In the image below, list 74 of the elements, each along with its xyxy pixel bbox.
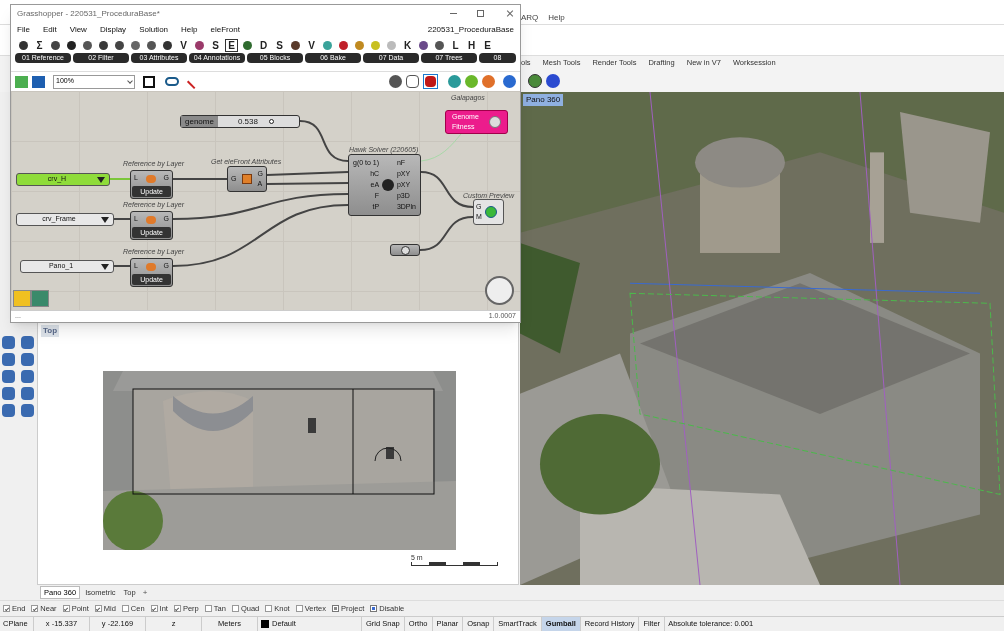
component-tab[interactable] — [289, 39, 302, 52]
component-tab[interactable]: E — [225, 39, 238, 52]
component-tab[interactable] — [81, 39, 94, 52]
dropdown-icon — [97, 176, 105, 183]
component-icon — [243, 41, 252, 50]
eye-icon[interactable] — [165, 77, 179, 86]
menu-item[interactable]: File — [17, 24, 30, 36]
grasshopper-canvas[interactable] — [11, 91, 520, 310]
color-swatch-component[interactable] — [390, 244, 420, 256]
add-tab-button[interactable]: + — [140, 586, 150, 599]
pano-viewport[interactable]: Pano 360 — [520, 92, 1004, 585]
viewport-label[interactable]: Top — [41, 325, 60, 337]
tool-icon[interactable] — [2, 336, 15, 349]
menu-item[interactable]: Help — [181, 24, 198, 36]
shaded-icon[interactable] — [423, 74, 438, 89]
tool-icon[interactable] — [2, 387, 15, 400]
component-tab[interactable] — [49, 39, 62, 52]
component-tab[interactable]: V — [177, 39, 190, 52]
component-icon — [291, 41, 300, 50]
navigation-icon[interactable] — [485, 276, 514, 305]
component-tab[interactable] — [145, 39, 158, 52]
component-tab[interactable]: L — [449, 39, 462, 52]
component-icon — [19, 41, 28, 50]
component-tab[interactable] — [17, 39, 30, 52]
component-tab[interactable] — [337, 39, 350, 52]
component-tab[interactable]: S — [273, 39, 286, 52]
dropdown-icon — [101, 216, 109, 223]
component-tab[interactable]: D — [257, 39, 270, 52]
layer-icon — [145, 215, 156, 224]
component-icon — [195, 41, 204, 50]
menu-item[interactable]: Solution — [139, 24, 169, 36]
component-tab[interactable] — [113, 39, 126, 52]
component-tab[interactable] — [433, 39, 446, 52]
component-tab[interactable]: V — [305, 39, 318, 52]
layer-icon — [145, 262, 156, 271]
component-tab[interactable]: E — [481, 39, 494, 52]
tool-icon[interactable] — [2, 404, 15, 417]
tool-icon[interactable] — [20, 404, 34, 417]
tool-icon[interactable] — [2, 370, 15, 383]
component-tab[interactable] — [97, 39, 110, 52]
menu-item[interactable]: eleFront — [210, 24, 240, 36]
component-tab[interactable]: K — [401, 39, 414, 52]
component-tab[interactable] — [193, 39, 206, 52]
menu-item[interactable]: ARQ — [521, 12, 539, 24]
component-tab[interactable]: Σ — [33, 39, 46, 52]
layer-swatch — [261, 620, 269, 628]
menu-item[interactable]: Edit — [42, 24, 57, 36]
maximize-icon[interactable] — [477, 10, 484, 17]
tool-icon[interactable] — [20, 353, 34, 366]
viewport-label[interactable]: Pano 360 — [523, 94, 564, 106]
dropdown-icon — [101, 263, 109, 270]
menu-item[interactable]: View — [69, 24, 87, 36]
wireframe-icon[interactable] — [406, 75, 419, 88]
zoom-extents-icon[interactable] — [143, 75, 155, 88]
window-title: Grasshopper - 220531_ProceduraBase* — [17, 7, 161, 20]
save-icon[interactable] — [32, 75, 45, 88]
component-tab[interactable] — [417, 39, 430, 52]
tool-icon[interactable] — [20, 387, 34, 400]
component-tab[interactable] — [65, 39, 78, 52]
menu-item[interactable]: Help — [548, 12, 565, 24]
tool-icon[interactable] — [20, 370, 34, 383]
tool-icon[interactable] — [20, 336, 34, 349]
preview-icon[interactable] — [389, 75, 402, 88]
mesh-icon[interactable] — [448, 75, 461, 88]
component-tab[interactable] — [161, 39, 174, 52]
document-name: 220531_ProceduraBase — [427, 24, 514, 36]
component-tab[interactable] — [241, 39, 254, 52]
material-icon[interactable] — [482, 75, 495, 88]
open-file-icon[interactable] — [15, 75, 28, 88]
menu-item[interactable]: Display — [99, 24, 127, 36]
component-tab[interactable]: H — [465, 39, 478, 52]
layer-icon — [145, 174, 156, 183]
tool-icon[interactable] — [2, 353, 15, 366]
component-tab[interactable]: S — [209, 39, 222, 52]
